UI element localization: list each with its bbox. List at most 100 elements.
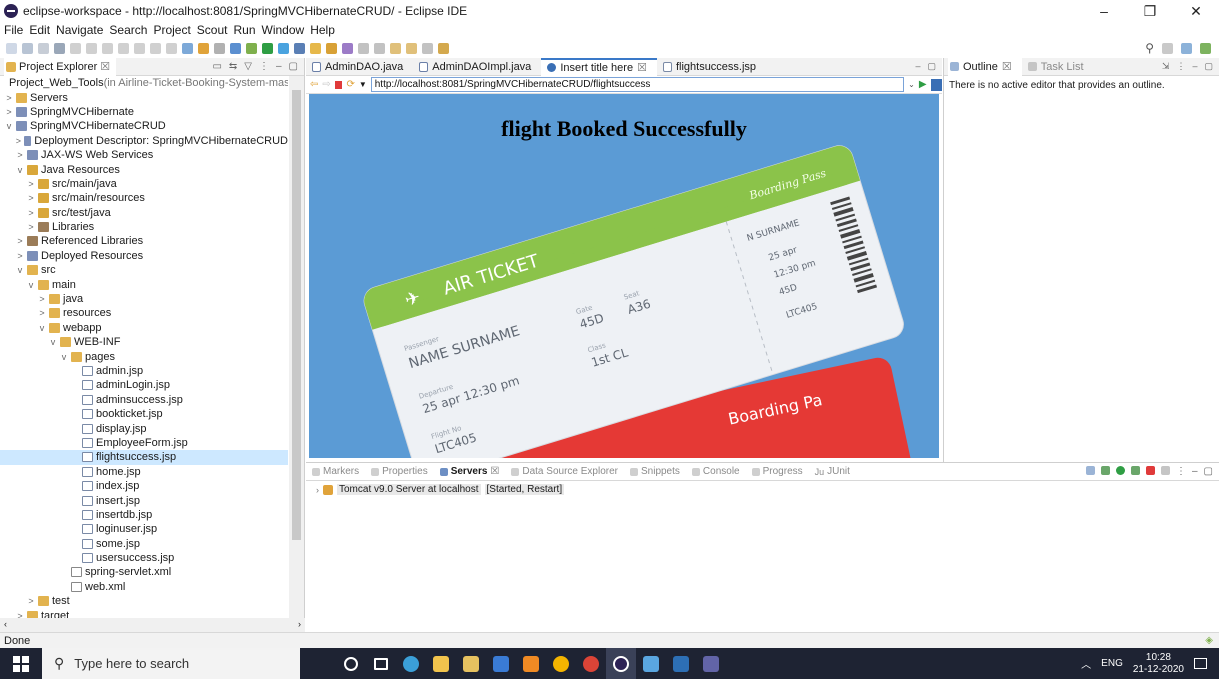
tree-item[interactable]: > resources: [0, 306, 288, 320]
new-java-class-icon[interactable]: [294, 42, 305, 54]
collapsed-twisty-icon[interactable]: >: [26, 222, 36, 232]
forward-icon[interactable]: [406, 42, 417, 54]
minimize-button[interactable]: –: [1081, 0, 1127, 22]
perspective-open-icon[interactable]: [1162, 42, 1173, 54]
tab-admindao-java[interactable]: AdminDAO.java: [306, 58, 413, 76]
menu-file[interactable]: File: [4, 23, 23, 37]
menu-run[interactable]: Run: [233, 23, 255, 37]
tree-item[interactable]: spring-servlet.xml: [0, 565, 288, 579]
last-edit-icon[interactable]: [422, 42, 433, 54]
taskbar-app-store[interactable]: [456, 648, 486, 679]
perspective-java-icon[interactable]: [1200, 42, 1211, 54]
tree-item[interactable]: > src/main/java: [0, 177, 288, 191]
tray-chevron-icon[interactable]: ︿: [1081, 656, 1091, 671]
tab-close-icon[interactable]: ☒: [1002, 60, 1012, 73]
menu-help[interactable]: Help: [310, 23, 335, 37]
cortana-button[interactable]: [336, 648, 366, 679]
collapsed-twisty-icon[interactable]: >: [37, 294, 47, 304]
tree-item[interactable]: > java: [0, 292, 288, 306]
view-menu-icon[interactable]: ⋮: [259, 61, 269, 72]
start-server-icon[interactable]: [1115, 466, 1125, 475]
open-folder-icon[interactable]: [310, 42, 321, 54]
expanded-twisty-icon[interactable]: v: [15, 165, 25, 175]
tree-item[interactable]: Project_Web_Tools (in Airline-Ticket-Boo…: [0, 76, 288, 90]
collapsed-twisty-icon[interactable]: >: [26, 208, 36, 218]
stop-server-icon[interactable]: [1145, 466, 1155, 475]
external-tools-icon[interactable]: [278, 42, 289, 54]
scroll-right-icon[interactable]: ›: [298, 619, 301, 629]
server-row[interactable]: › Tomcat v9.0 Server at localhost [Start…: [306, 481, 1219, 498]
notification-icon[interactable]: [1194, 658, 1207, 669]
forward-icon[interactable]: ⇨: [322, 79, 330, 90]
collapsed-twisty-icon[interactable]: >: [15, 236, 25, 246]
tree-item[interactable]: > Referenced Libraries: [0, 234, 288, 248]
tree-item[interactable]: index.jsp: [0, 479, 288, 493]
tree-item[interactable]: > src/test/java: [0, 206, 288, 220]
explorer-vertical-scrollbar[interactable]: [289, 76, 304, 624]
tab-close-icon[interactable]: ☒: [637, 61, 647, 74]
taskbar-app-chrome[interactable]: [546, 648, 576, 679]
tree-item[interactable]: adminLogin.jsp: [0, 378, 288, 392]
status-icon[interactable]: ◈: [1205, 635, 1213, 646]
url-dropdown-icon[interactable]: ⌄: [908, 80, 915, 89]
tree-item[interactable]: v Java Resources: [0, 162, 288, 176]
collapse-icon[interactable]: [1085, 466, 1095, 475]
language-indicator[interactable]: ENG: [1101, 658, 1123, 669]
taskbar-app-teams[interactable]: [696, 648, 726, 679]
search-icon[interactable]: ⚲: [1145, 41, 1154, 55]
tree-item[interactable]: v src: [0, 263, 288, 277]
tree-item[interactable]: insertdb.jsp: [0, 508, 288, 522]
new-icon[interactable]: [6, 42, 17, 54]
collapse-all-icon[interactable]: ▭: [212, 61, 221, 72]
tree-item[interactable]: insert.jsp: [0, 493, 288, 507]
tab-servers[interactable]: Servers ☒: [434, 466, 506, 477]
tree-item[interactable]: bookticket.jsp: [0, 407, 288, 421]
tree-item[interactable]: v webapp: [0, 321, 288, 335]
maximize-view-icon[interactable]: ▢: [1204, 61, 1213, 72]
expand-twisty-icon[interactable]: ›: [316, 485, 319, 495]
taskbar-app-explorer[interactable]: [426, 648, 456, 679]
tree-item[interactable]: v pages: [0, 349, 288, 363]
step-over-icon[interactable]: [150, 42, 161, 54]
run-icon[interactable]: [262, 42, 273, 54]
url-input[interactable]: http://localhost:8081/SpringMVCHibernate…: [370, 77, 905, 92]
tree-item[interactable]: > Libraries: [0, 220, 288, 234]
tree-item[interactable]: adminsuccess.jsp: [0, 393, 288, 407]
taskbar-app-1[interactable]: [486, 648, 516, 679]
open-external-browser-icon[interactable]: [930, 78, 942, 91]
tab-properties[interactable]: Properties: [365, 466, 434, 477]
tree-item[interactable]: some.jsp: [0, 537, 288, 551]
taskbar-app-eclipse[interactable]: [606, 648, 636, 679]
tree-item[interactable]: loginuser.jsp: [0, 522, 288, 536]
taskbar-app-2[interactable]: [636, 648, 666, 679]
focus-icon[interactable]: ⇲: [1162, 61, 1170, 72]
maximize-view-icon[interactable]: ▢: [289, 61, 298, 72]
expanded-twisty-icon[interactable]: v: [4, 121, 14, 131]
history-dropdown-icon[interactable]: ▼: [359, 80, 367, 89]
minimize-view-icon[interactable]: –: [1192, 466, 1198, 477]
filter-icon[interactable]: ▽: [244, 61, 252, 72]
back-icon[interactable]: ⇦: [310, 79, 318, 90]
tree-item[interactable]: v WEB-INF: [0, 335, 288, 349]
suspend-icon[interactable]: [102, 42, 113, 54]
go-icon[interactable]: ▶: [919, 79, 927, 90]
tab-outline[interactable]: Outline ☒: [948, 57, 1022, 76]
step-return-icon[interactable]: [166, 42, 177, 54]
tree-item[interactable]: > Servers: [0, 90, 288, 104]
expanded-twisty-icon[interactable]: v: [15, 265, 25, 275]
stop-icon[interactable]: [334, 80, 343, 89]
previous-annotation-icon[interactable]: [374, 42, 385, 54]
minimize-view-icon[interactable]: –: [1192, 61, 1197, 72]
explorer-horizontal-scrollbar[interactable]: ‹ ›: [0, 618, 305, 632]
step-into-icon[interactable]: [134, 42, 145, 54]
collapsed-twisty-icon[interactable]: >: [15, 136, 22, 146]
collapsed-twisty-icon[interactable]: >: [4, 107, 14, 117]
maximize-button[interactable]: ❐: [1127, 0, 1173, 22]
tree-item[interactable]: EmployeeForm.jsp: [0, 436, 288, 450]
tab-admindaoimpl-java[interactable]: AdminDAOImpl.java: [413, 58, 541, 76]
expanded-twisty-icon[interactable]: v: [26, 280, 36, 290]
collapsed-twisty-icon[interactable]: >: [4, 93, 14, 103]
minimize-editor-icon[interactable]: –: [915, 61, 920, 72]
new-package-icon[interactable]: [326, 42, 337, 54]
start-button[interactable]: [0, 648, 42, 679]
